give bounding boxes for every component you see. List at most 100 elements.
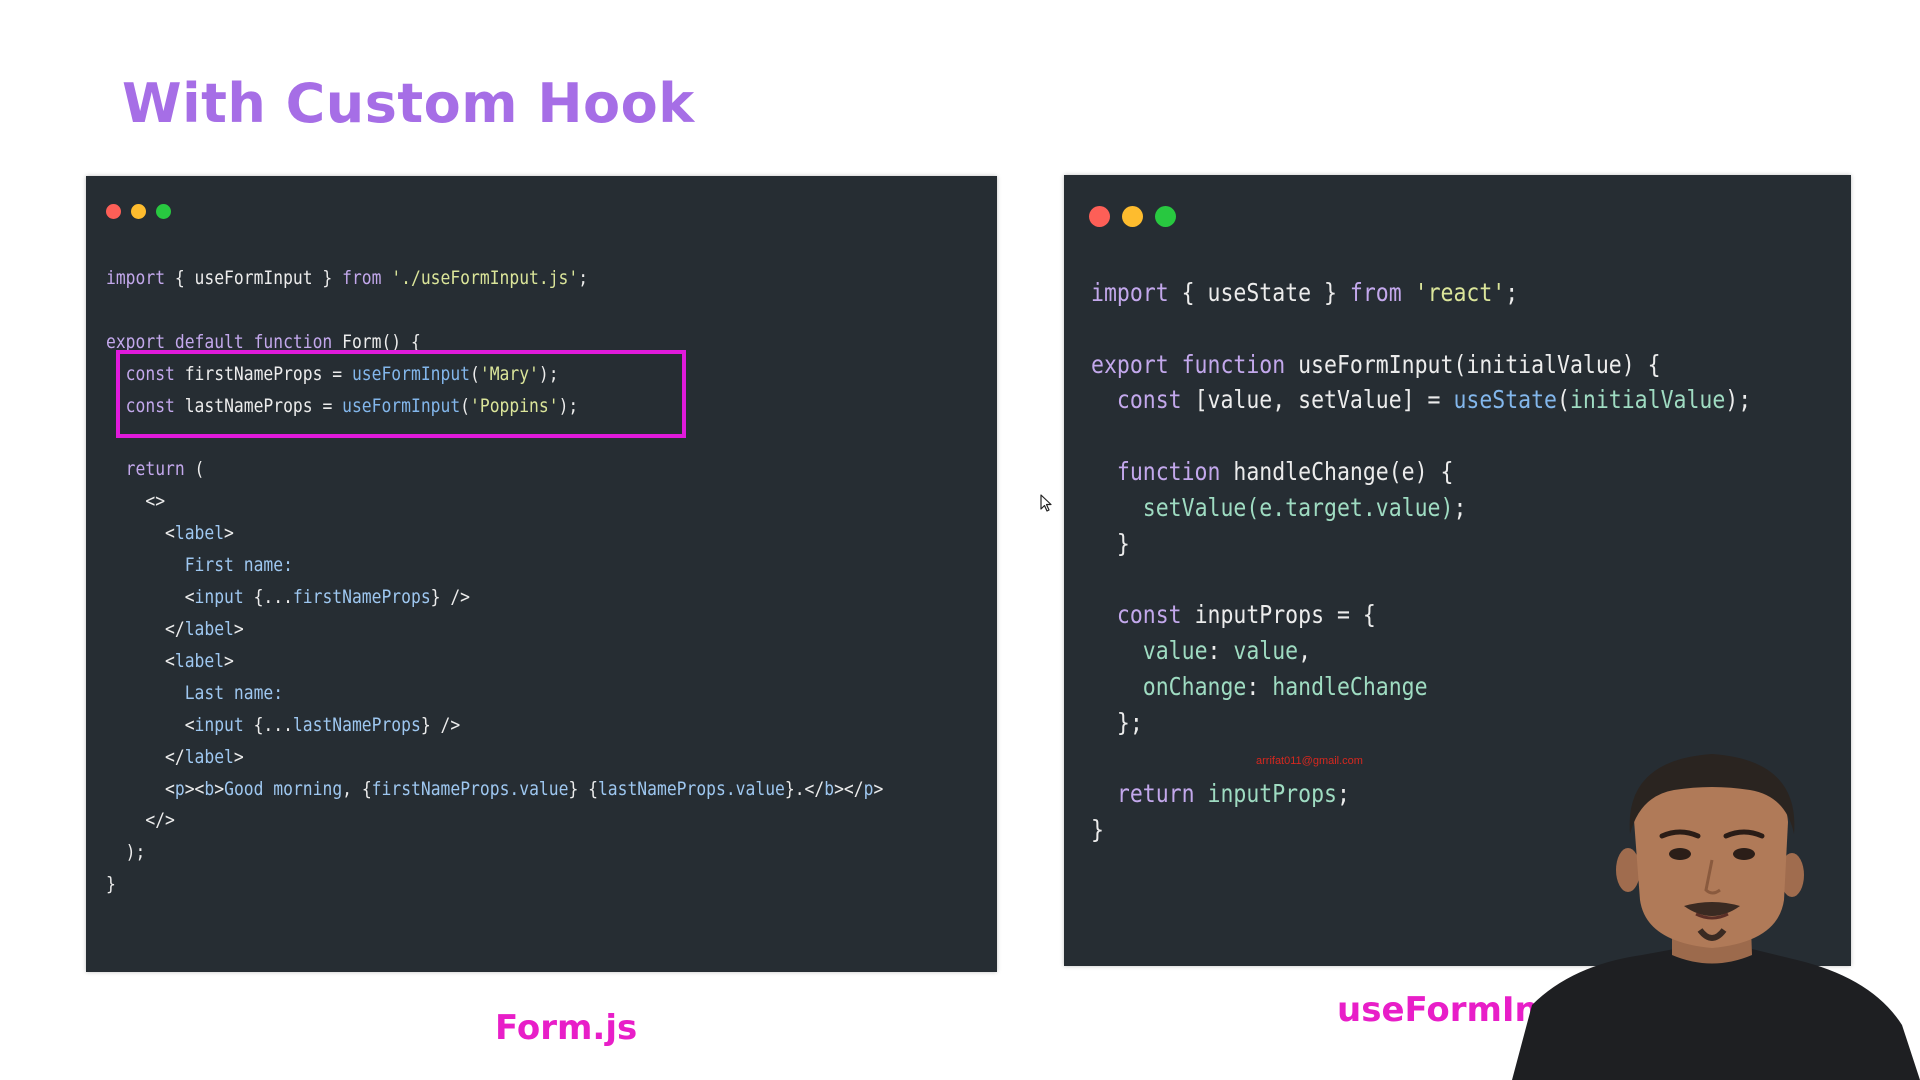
code-token: const [1116,600,1182,630]
code-token: return [125,458,185,481]
code-token: label [174,649,225,672]
code-line: import { useFormInput } from './useFormI… [106,263,883,295]
code-token: } /> [430,586,471,609]
code-token: Good morning [224,777,343,800]
code-token: }.</ [784,777,825,800]
code-token: < [106,522,175,545]
code-line: value: value, [1091,633,1751,669]
maximize-dot-icon[interactable] [1155,206,1176,227]
code-token: 'react' [1414,278,1506,307]
code-token: initialValue [1569,385,1726,415]
code-token: ( [184,458,205,481]
code-line: </label> [106,742,883,774]
code-token: < [106,777,175,800]
code-line: <> [106,486,883,518]
code-token: { useFormInput } [165,267,343,289]
code-window-form-js: import { useFormInput } from './useFormI… [86,176,997,972]
presenter-webcam [1512,750,1920,1080]
code-token: from [1349,278,1402,307]
code-token: <> [106,490,166,513]
code-token: label [174,522,225,545]
code-token: b [204,777,215,800]
close-dot-icon[interactable] [1089,206,1110,227]
minimize-dot-icon[interactable] [1122,206,1143,227]
code-line: <input {...firstNameProps} /> [106,582,883,614]
code-line: </> [106,805,883,837]
code-token: p [863,777,874,800]
code-token: p [174,777,185,800]
code-line: } [1091,526,1751,562]
code-token: return [1116,779,1195,809]
code-token: < [106,649,175,672]
code-token: </> [106,809,175,832]
code-token: ></ [834,777,864,800]
code-line: return ( [106,454,883,486]
code-token: > [233,745,244,768]
code-line: setValue(e.target.value); [1091,490,1751,526]
code-token: handleChange(e) { [1220,456,1454,486]
code-token: ); [1725,385,1752,415]
code-token: export function [1091,349,1286,379]
code-line: }; [1091,705,1751,741]
maximize-dot-icon[interactable] [156,204,171,219]
code-token: : [1246,671,1273,701]
code-token: import [106,267,166,289]
code-token: setValue(e.target.value) [1142,492,1454,522]
code-token: label [184,617,234,640]
watermark-email: arrifat011@gmail.com [1256,755,1363,767]
code-token: ; [1336,779,1350,809]
code-token: import [1091,278,1169,307]
code-line: <label> [106,646,883,678]
code-token: > [873,777,884,800]
code-token: ; [578,267,589,289]
code-token: input [194,713,244,736]
code-token: './useFormInput.js' [391,267,579,289]
code-token: firstNameProps [292,586,431,609]
code-token: >< [184,777,205,800]
window-controls [1089,206,1176,227]
code-token: </ [106,617,185,640]
code-token: < [106,586,195,609]
code-token: : [1207,635,1234,665]
code-token: > [224,522,234,545]
code-token: lastNameProps [292,713,421,736]
code-token: } /> [420,713,461,736]
code-token: handleChange [1272,671,1428,701]
code-line: <input {...lastNameProps} /> [106,710,883,742]
code-token: , { [342,777,372,800]
code-line: <p><b>Good morning, {firstNameProps.valu… [106,774,883,806]
code-token: Last name: [184,681,284,704]
code-token: ( [1557,385,1570,415]
code-token: input [194,586,244,609]
highlight-box [116,350,686,438]
code-token: , [1298,635,1312,665]
close-dot-icon[interactable] [106,204,121,219]
code-token: ; [1505,278,1519,307]
code-token: } [1091,814,1104,844]
caption-form-js: Form.js [495,1008,638,1048]
code-token: useState [1453,385,1558,415]
code-token: lastNameProps.value [597,777,785,800]
window-controls [106,204,171,219]
code-token: First name: [184,554,293,577]
minimize-dot-icon[interactable] [131,204,146,219]
code-token: useFormInput(initialValue) { [1285,349,1661,379]
code-token: } { [568,777,598,800]
code-token: label [184,745,234,768]
code-line: const [value, setValue] = useState(initi… [1091,382,1751,418]
code-line: function handleChange(e) { [1091,454,1751,490]
code-token: {... [243,713,293,736]
code-line: import { useState } from 'react'; [1091,275,1751,311]
